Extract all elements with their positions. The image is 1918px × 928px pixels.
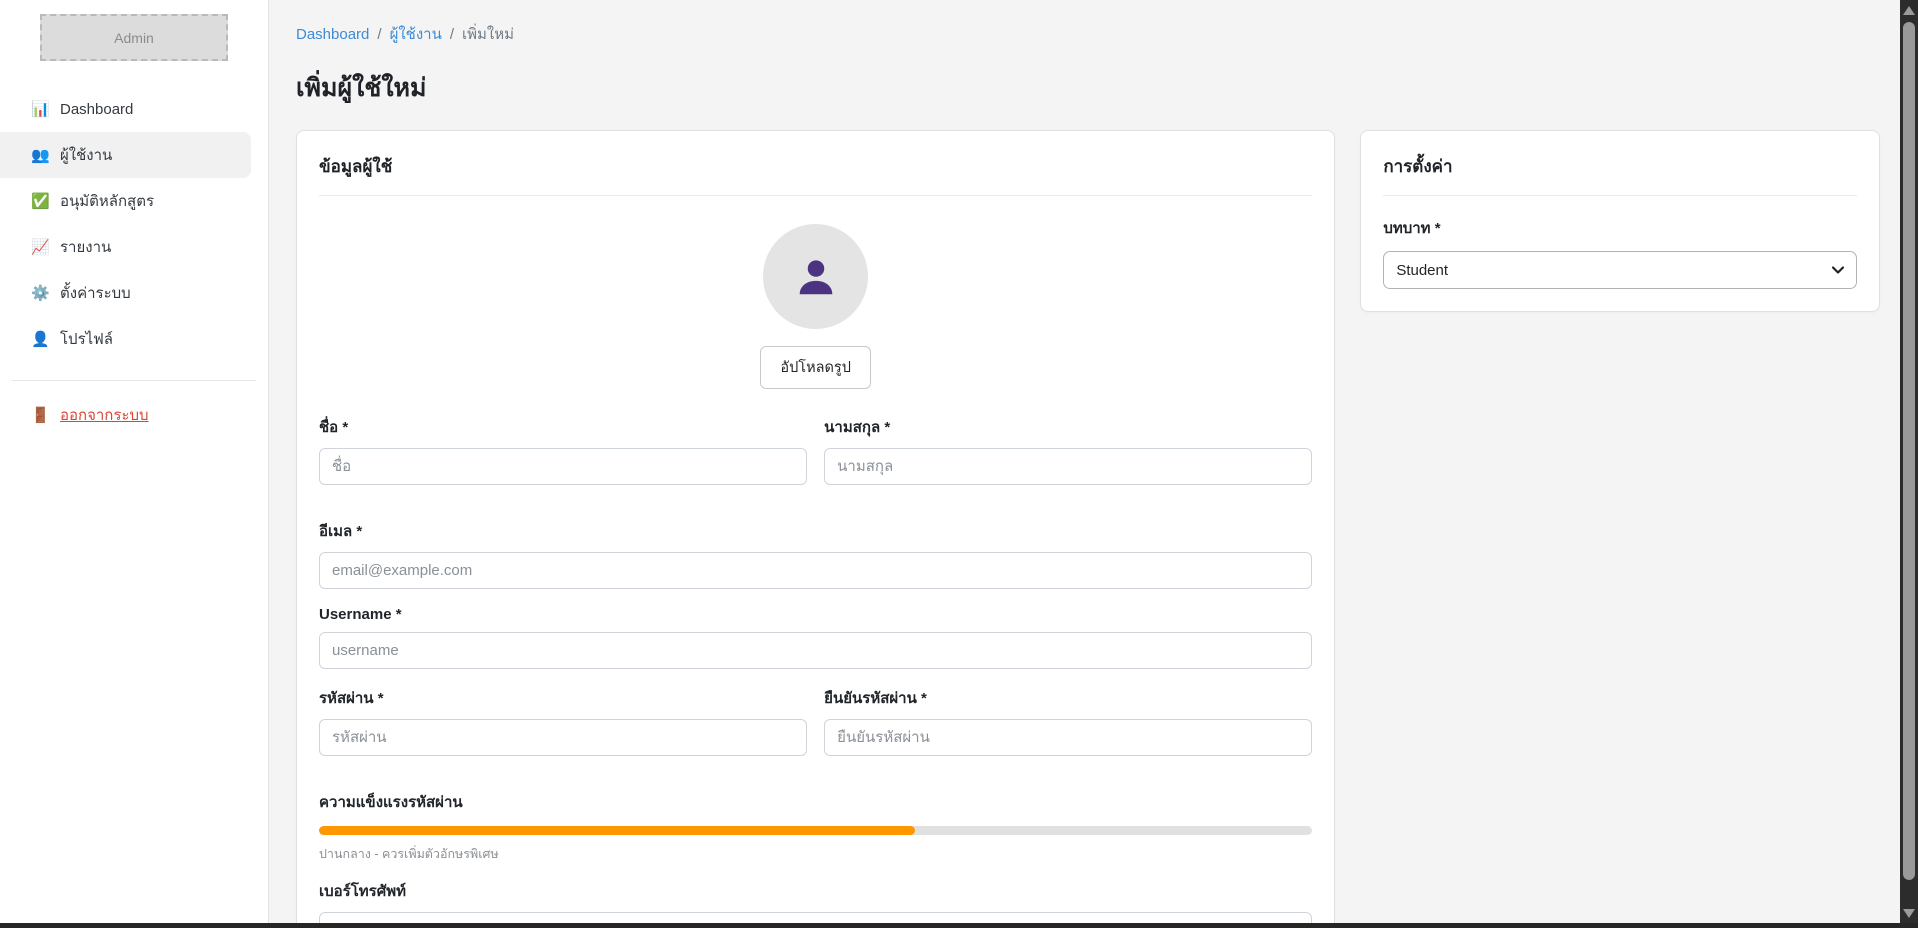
- sidebar-item-label: Dashboard: [60, 101, 133, 118]
- role-select[interactable]: Student: [1383, 251, 1857, 289]
- sidebar: Admin 📊 Dashboard 👥 ผู้ใช้งาน ✅ อนุมัติห…: [0, 0, 269, 928]
- confirm-password-input[interactable]: [824, 719, 1312, 756]
- sidebar-item-label: ผู้ใช้งาน: [60, 143, 112, 167]
- first-name-label: ชื่อ *: [319, 415, 807, 439]
- bar-chart-icon: 📊: [31, 100, 49, 118]
- sidebar-item-profile[interactable]: 👤 โปรไฟล์: [0, 316, 251, 362]
- sidebar-item-reports[interactable]: 📈 รายงาน: [0, 224, 251, 270]
- username-input[interactable]: [319, 632, 1312, 669]
- check-box-icon: ✅: [31, 192, 49, 210]
- email-input[interactable]: [319, 552, 1312, 589]
- sidebar-item-label: อนุมัติหลักสูตร: [60, 189, 154, 213]
- card-divider: [319, 195, 1312, 196]
- sidebar-item-course-approval[interactable]: ✅ อนุมัติหลักสูตร: [0, 178, 251, 224]
- logout-link[interactable]: 🚪 ออกจากระบบ: [0, 403, 268, 427]
- first-name-input[interactable]: [319, 448, 807, 485]
- admin-logo-label: Admin: [114, 30, 154, 46]
- breadcrumb-separator: /: [377, 26, 381, 43]
- settings-card: การตั้งค่า บทบาท * Student: [1360, 130, 1880, 312]
- breadcrumb-dashboard-link[interactable]: Dashboard: [296, 26, 369, 43]
- sidebar-item-dashboard[interactable]: 📊 Dashboard: [0, 86, 251, 132]
- last-name-input[interactable]: [824, 448, 1312, 485]
- scroll-up-arrow-icon[interactable]: [1903, 6, 1915, 15]
- breadcrumb-users-link[interactable]: ผู้ใช้งาน: [390, 22, 442, 46]
- password-strength: ความแข็งแรงรหัสผ่าน ปานกลาง - ควรเพิ่มตั…: [319, 790, 1312, 864]
- sidebar-divider: [12, 380, 256, 381]
- card-divider: [1383, 195, 1857, 196]
- sidebar-item-system-settings[interactable]: ⚙️ ตั้งค่าระบบ: [0, 270, 251, 316]
- password-label: รหัสผ่าน *: [319, 686, 807, 710]
- logout-label: ออกจากระบบ: [60, 403, 149, 427]
- upload-photo-button[interactable]: อัปโหลดรูป: [760, 346, 871, 389]
- gear-icon: ⚙️: [31, 284, 49, 302]
- user-info-card-title: ข้อมูลผู้ใช้: [319, 153, 1312, 180]
- person-icon: 👤: [31, 330, 49, 348]
- vertical-scrollbar[interactable]: [1900, 0, 1918, 928]
- main-content: Dashboard / ผู้ใช้งาน / เพิ่มใหม่ เพิ่มผ…: [269, 0, 1900, 928]
- username-label: Username *: [319, 606, 1312, 623]
- password-strength-fill: [319, 826, 915, 835]
- page-title: เพิ่มผู้ใช้ใหม่: [296, 68, 1880, 108]
- role-label: บทบาท *: [1383, 216, 1857, 240]
- breadcrumb-current: เพิ่มใหม่: [462, 22, 514, 46]
- chart-increasing-icon: 📈: [31, 238, 49, 256]
- users-icon: 👥: [31, 146, 49, 164]
- password-strength-hint: ปานกลาง - ควรเพิ่มตัวอักษรพิเศษ: [319, 844, 1312, 864]
- sidebar-menu: 📊 Dashboard 👥 ผู้ใช้งาน ✅ อนุมัติหลักสูต…: [0, 86, 268, 362]
- admin-logo[interactable]: Admin: [40, 14, 228, 61]
- user-info-card: ข้อมูลผู้ใช้ อัปโหลดรูป ชื่อ *: [296, 130, 1335, 928]
- avatar: [763, 224, 868, 329]
- sidebar-item-users[interactable]: 👥 ผู้ใช้งาน: [0, 132, 251, 178]
- sidebar-item-label: รายงาน: [60, 235, 111, 259]
- settings-card-title: การตั้งค่า: [1383, 153, 1857, 180]
- breadcrumb-separator: /: [450, 26, 454, 43]
- sidebar-item-label: โปรไฟล์: [60, 327, 113, 351]
- password-strength-label: ความแข็งแรงรหัสผ่าน: [319, 790, 1312, 814]
- scroll-down-arrow-icon[interactable]: [1903, 909, 1915, 918]
- sidebar-item-label: ตั้งค่าระบบ: [60, 281, 131, 305]
- phone-label: เบอร์โทรศัพท์: [319, 879, 1312, 903]
- breadcrumb: Dashboard / ผู้ใช้งาน / เพิ่มใหม่: [296, 22, 1880, 46]
- password-input[interactable]: [319, 719, 807, 756]
- person-silhouette-icon: [793, 254, 839, 300]
- last-name-label: นามสกุล *: [824, 415, 1312, 439]
- door-icon: 🚪: [31, 406, 49, 424]
- password-strength-track: [319, 826, 1312, 835]
- confirm-password-label: ยืนยันรหัสผ่าน *: [824, 686, 1312, 710]
- scrollbar-thumb[interactable]: [1903, 22, 1915, 880]
- window-bottom-edge: [0, 923, 1918, 928]
- email-label: อีเมล *: [319, 519, 1312, 543]
